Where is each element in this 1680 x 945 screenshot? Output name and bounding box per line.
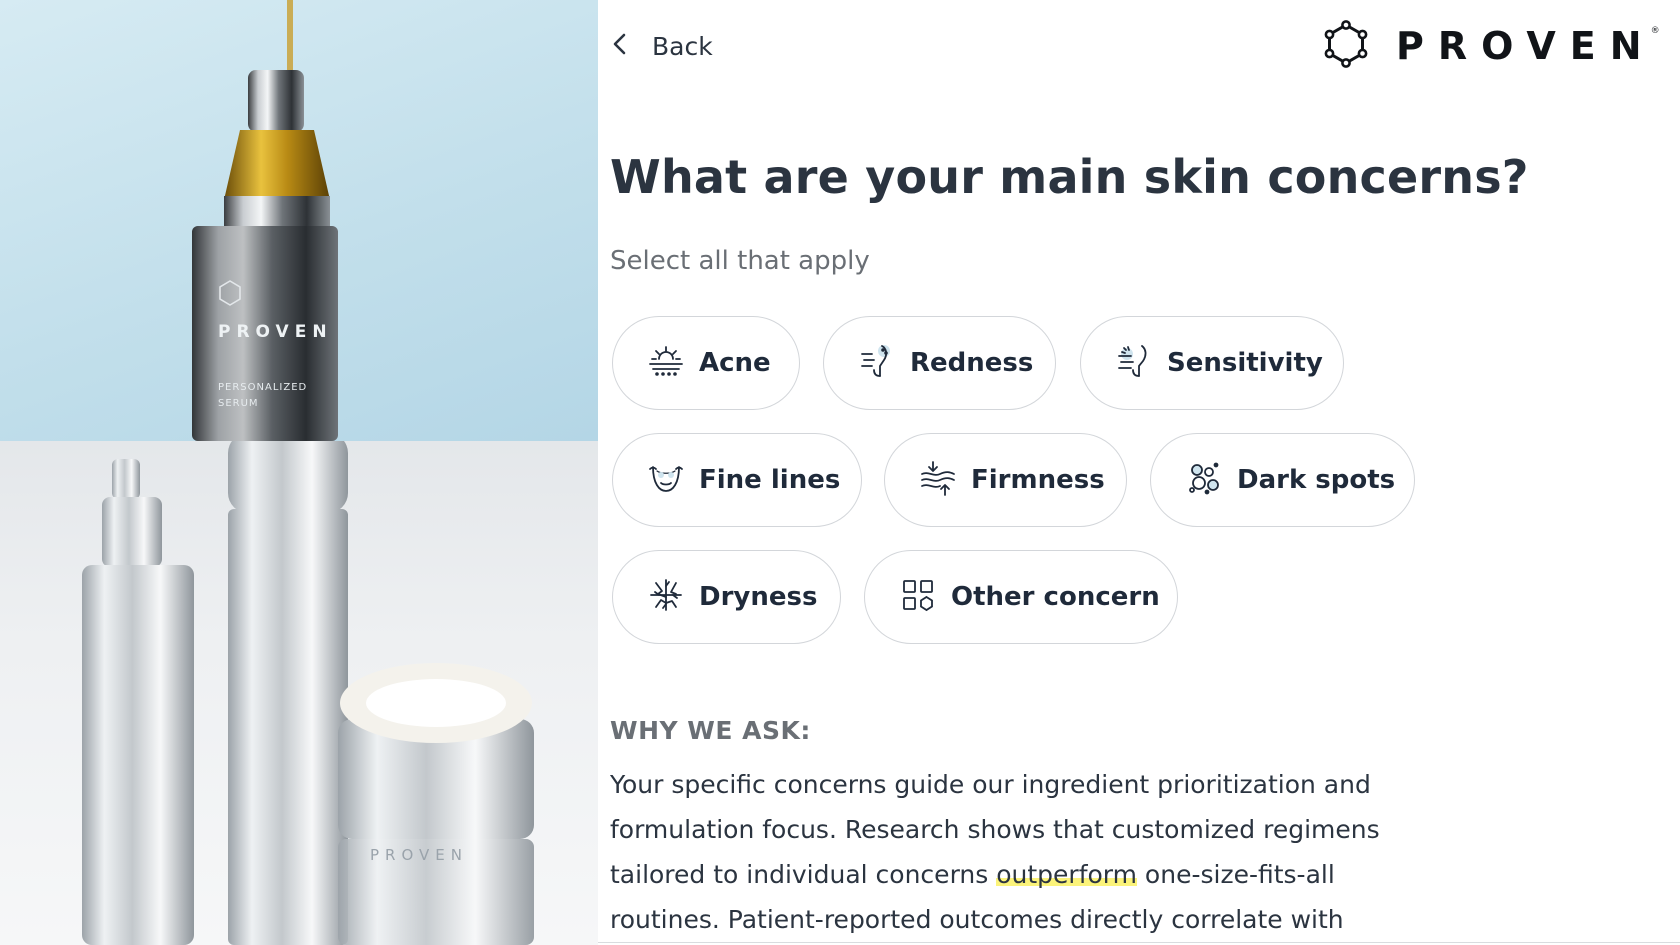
back-label: Back [652,31,713,61]
acne-icon [647,342,685,384]
dryness-icon [647,576,685,618]
concern-label: Redness [910,348,1034,378]
product-set-photo: PROVEN [0,441,598,945]
concern-option-redness[interactable]: Redness [823,316,1056,410]
concern-label: Sensitivity [1167,348,1323,378]
logo-text: PROVEN [1396,24,1656,68]
jar-brand: PROVEN [370,846,468,864]
why-line: formulation focus. Research shows that c… [610,815,1380,844]
concern-label: Other concern [951,582,1160,612]
why-we-ask-heading: WHY WE ASK: [610,716,811,745]
question-subtitle: Select all that apply [610,246,870,276]
concern-label: Dryness [699,582,818,612]
why-we-ask-body: Your specific concerns guide our ingredi… [610,762,1490,942]
redness-icon [858,342,896,384]
concern-label: Dark spots [1237,465,1396,495]
concern-label: Fine lines [699,465,841,495]
serum-bottle-brand: PROVEN [218,322,333,342]
proven-logo[interactable]: PROVEN ® [1322,20,1660,72]
concern-option-firmness[interactable]: Firmness [884,433,1127,527]
dark-spots-icon [1185,459,1223,501]
why-text: one-size-fits-all [1136,860,1335,889]
chevron-left-icon [610,32,630,60]
sensitivity-icon [1115,342,1153,384]
firmness-icon [919,459,957,501]
concern-option-sensitivity[interactable]: Sensitivity [1080,316,1344,410]
concern-label: Firmness [971,465,1105,495]
registered-mark: ® [1650,26,1660,36]
concern-option-dryness[interactable]: Dryness [612,550,841,644]
highlighted-word: outperform [996,860,1137,889]
why-text: tailored to individual concerns [610,860,997,889]
question-title: What are your main skin concerns? [610,150,1529,204]
serum-bottle-subtitle: PERSONALIZED SERUM [218,382,308,409]
why-line: routines. Patient-reported outcomes dire… [610,905,1344,934]
why-line: Your specific concerns guide our ingredi… [610,770,1371,799]
why-line: tailored to individual concerns outperfo… [610,852,1490,897]
concern-option-dark-spots[interactable]: Dark spots [1150,433,1415,527]
concern-option-other[interactable]: Other concern [864,550,1178,644]
bottom-divider [598,942,1680,943]
concern-option-fine-lines[interactable]: Fine lines [612,433,862,527]
back-button[interactable]: Back [610,26,713,66]
hexagon-molecule-icon [1322,20,1370,72]
other-concern-icon [899,576,937,618]
serum-product-photo: PROVEN PERSONALIZED SERUM [0,0,598,441]
fine-lines-icon [647,459,685,501]
concern-option-acne[interactable]: Acne [612,316,800,410]
concern-label: Acne [699,348,771,378]
